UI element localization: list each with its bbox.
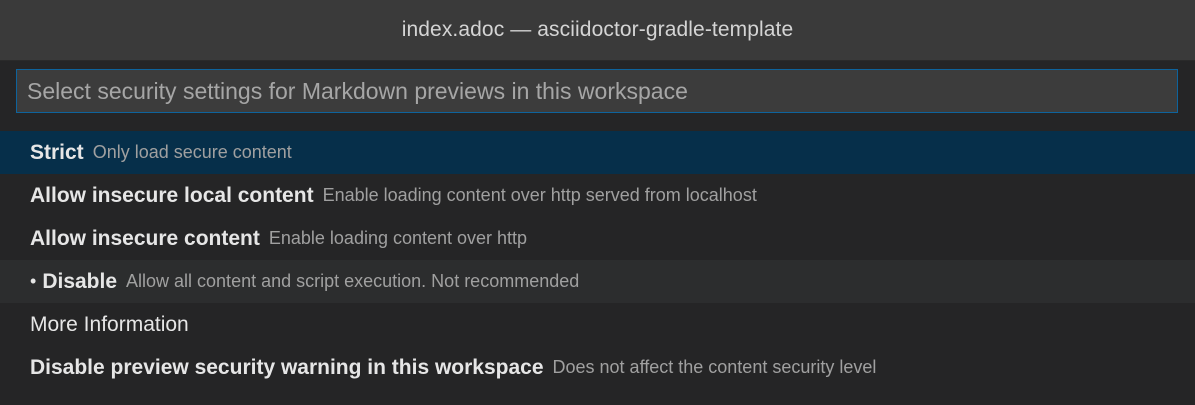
option-label: More Information: [30, 312, 189, 336]
option-label: Strict: [30, 140, 84, 164]
quick-pick-input[interactable]: [17, 70, 1177, 112]
current-setting-bullet-icon: •: [30, 271, 37, 291]
option-strict[interactable]: Strict Only load secure content: [0, 131, 1195, 174]
vscode-window: index.adoc — asciidoctor-gradle-template…: [0, 0, 1195, 405]
option-description: Allow all content and script execution. …: [126, 271, 580, 291]
option-label: Allow insecure content: [30, 226, 260, 250]
option-disable[interactable]: • Disable Allow all content and script e…: [0, 260, 1195, 303]
quick-pick-panel: Strict Only load secure content Allow in…: [0, 61, 1195, 405]
quick-pick-list: Strict Only load secure content Allow in…: [0, 131, 1195, 389]
title-bar: index.adoc — asciidoctor-gradle-template: [0, 0, 1195, 61]
option-more-information[interactable]: More Information: [0, 303, 1195, 346]
option-label: Allow insecure local content: [30, 183, 314, 207]
option-description: Only load secure content: [92, 142, 292, 162]
option-label: Disable: [42, 269, 118, 293]
option-allow-insecure-content[interactable]: Allow insecure content Enable loading co…: [0, 217, 1195, 260]
quick-pick-input-box[interactable]: [16, 69, 1178, 113]
option-description: Enable loading content over http: [268, 228, 528, 248]
option-description: Enable loading content over http served …: [322, 185, 757, 205]
option-label: Disable preview security warning in this…: [30, 355, 544, 379]
window-title: index.adoc — asciidoctor-gradle-template: [401, 18, 794, 41]
option-disable-preview-security-warning[interactable]: Disable preview security warning in this…: [0, 346, 1195, 389]
option-allow-insecure-local-content[interactable]: Allow insecure local content Enable load…: [0, 174, 1195, 217]
option-description: Does not affect the content security lev…: [552, 357, 877, 377]
